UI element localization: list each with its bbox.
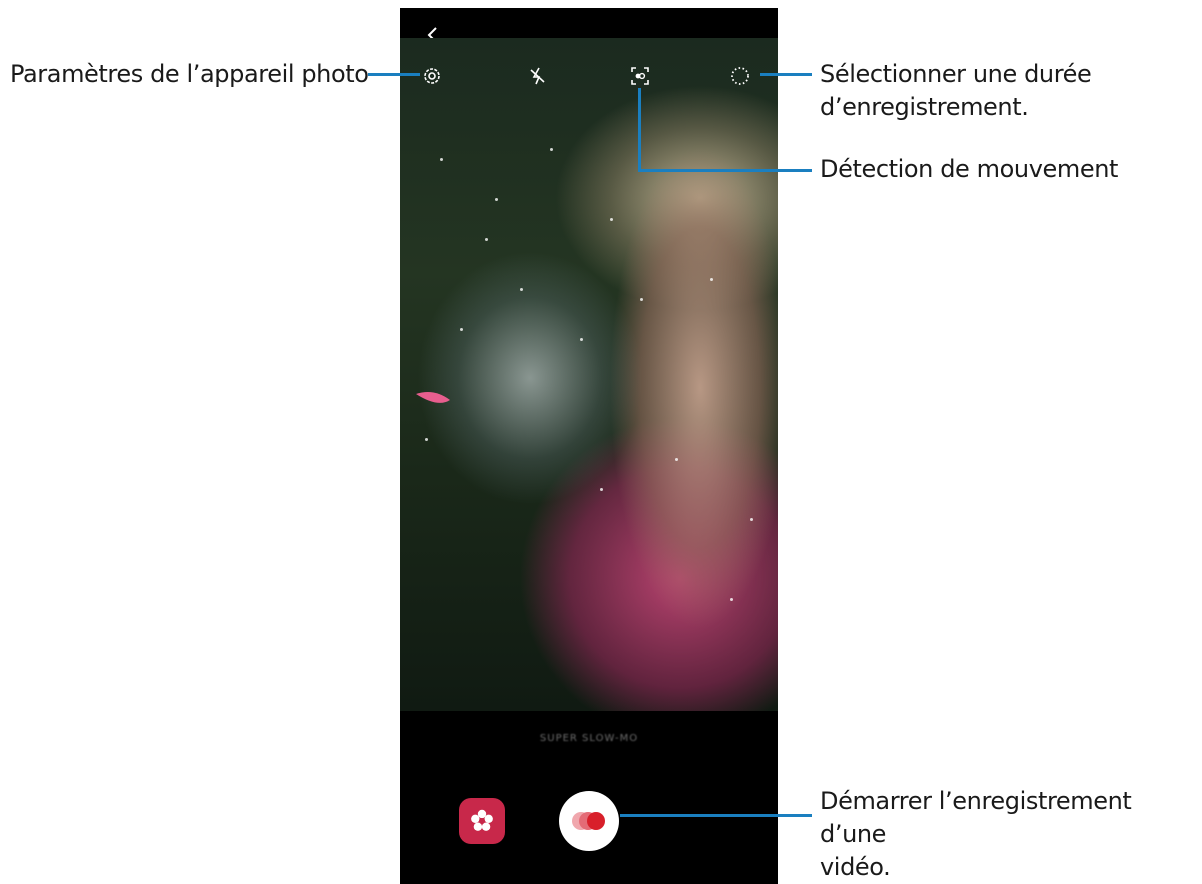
water-droplet — [640, 298, 643, 301]
camera-controls: SUPER SLOW-MO — [400, 711, 778, 884]
settings-callout: Paramètres de l’appareil photo — [10, 60, 369, 88]
motion-callout: Détection de mouvement — [820, 155, 1119, 183]
water-droplet — [460, 328, 463, 331]
camera-screen: SUPER SLOW-MO — [400, 8, 778, 884]
water-droplet — [610, 218, 613, 221]
motion-detection-icon[interactable] — [629, 65, 651, 87]
balloon-fragment — [416, 392, 450, 403]
water-droplet — [675, 458, 678, 461]
water-droplet — [440, 158, 443, 161]
water-droplet — [600, 488, 603, 491]
duration-callout-line2: d’enregistrement. — [820, 93, 1029, 121]
water-droplet — [710, 278, 713, 281]
mode-label: SUPER SLOW-MO — [539, 733, 639, 744]
record-callout-line — [620, 814, 812, 817]
flower-icon — [471, 809, 493, 831]
duration-callout: Sélectionner une durée d’enregistrement. — [820, 58, 1092, 124]
water-droplet — [730, 598, 733, 601]
record-callout: Démarrer l’enregistrement d’une vidéo. — [820, 785, 1202, 884]
motion-callout-line — [638, 169, 812, 172]
water-droplet — [580, 338, 583, 341]
flash-off-icon[interactable] — [527, 65, 549, 87]
water-droplet — [425, 438, 428, 441]
duration-callout-line — [760, 73, 812, 76]
water-droplet — [495, 198, 498, 201]
record-button[interactable] — [559, 791, 619, 851]
settings-callout-line — [368, 73, 420, 76]
water-droplet — [485, 238, 488, 241]
status-bar — [400, 8, 778, 38]
dotted-circle-icon[interactable] — [729, 65, 751, 87]
duration-callout-line1: Sélectionner une durée — [820, 60, 1092, 88]
motion-callout-line-vertical — [638, 88, 641, 172]
gallery-button[interactable] — [459, 798, 505, 844]
record-callout-line1: Démarrer l’enregistrement d’une — [820, 787, 1132, 848]
water-droplet — [550, 148, 553, 151]
camera-preview[interactable] — [400, 38, 778, 711]
record-callout-line2: vidéo. — [820, 853, 891, 881]
gear-icon[interactable] — [421, 65, 443, 87]
water-droplet — [750, 518, 753, 521]
super-slow-mo-record-icon — [572, 812, 605, 830]
water-droplet — [520, 288, 523, 291]
